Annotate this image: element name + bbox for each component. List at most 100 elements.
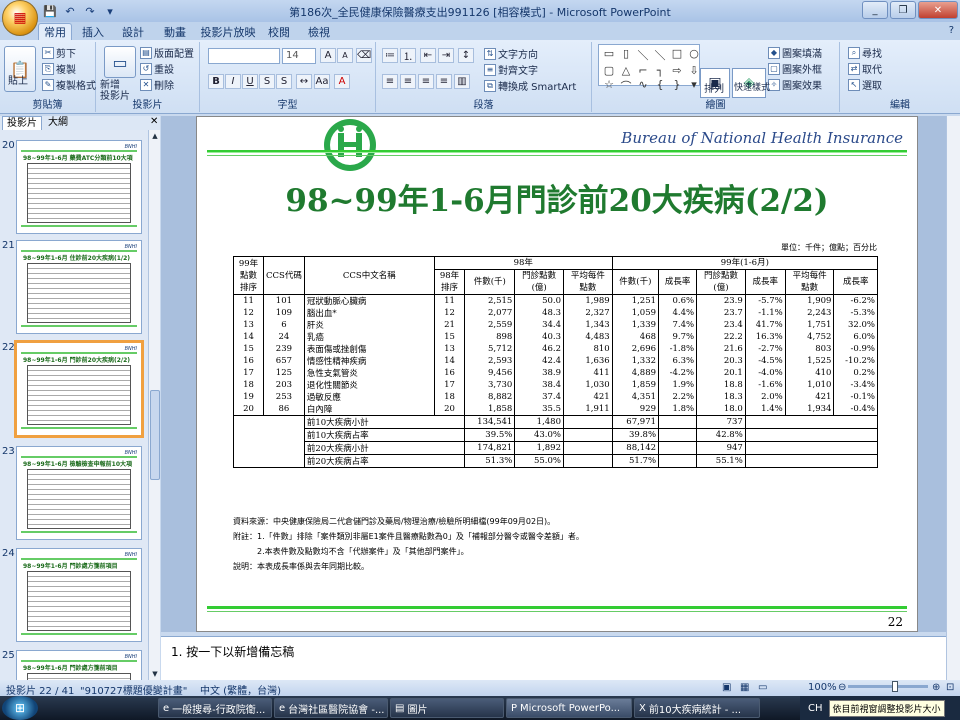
underline-icon[interactable]: U: [242, 74, 258, 89]
slide-sorter-icon[interactable]: ▦: [740, 682, 749, 693]
scroll-up-icon[interactable]: ▲: [149, 130, 161, 142]
scroll-down-icon[interactable]: ▼: [149, 668, 161, 680]
task-ie-search[interactable]: e 一般搜尋-行政院衛...: [158, 698, 272, 718]
justify-icon[interactable]: ≡: [436, 74, 452, 89]
shrink-font-icon[interactable]: A: [337, 48, 353, 63]
char-spacing-icon[interactable]: ↔: [296, 74, 312, 89]
paste-button[interactable]: 貼上: [8, 72, 28, 87]
font-color-icon[interactable]: A: [334, 74, 350, 89]
arrange-button[interactable]: 排列: [704, 80, 724, 95]
smartart-button[interactable]: ⧉ 轉換成 SmartArt: [484, 78, 576, 93]
slide-thumbnail-20[interactable]: BNHI 98~99年1-6月 藥費ATC分類前10大項: [16, 140, 142, 234]
tab-view[interactable]: 檢視: [304, 23, 334, 40]
quick-styles-button[interactable]: 快速樣式: [734, 80, 770, 93]
task-pictures[interactable]: ▤ 圖片: [390, 698, 504, 718]
star-shape-icon[interactable]: ☆: [601, 78, 617, 94]
bold-icon[interactable]: B: [208, 74, 224, 89]
delete-slide-button[interactable]: ✕ 刪除: [140, 77, 174, 92]
zoom-in-icon[interactable]: ⊕: [932, 682, 940, 693]
rect-shape-icon[interactable]: □: [669, 47, 685, 63]
panel-close-icon[interactable]: ✕: [150, 116, 158, 127]
slide-thumbnail-21[interactable]: BNHI 98~99年1-6月 住診前20大疾病(1/2): [16, 240, 142, 334]
textbox-v-shape-icon[interactable]: ▯: [618, 47, 634, 63]
tab-review[interactable]: 校閱: [264, 23, 294, 40]
strikethrough-icon[interactable]: S: [259, 74, 275, 89]
italic-icon[interactable]: I: [225, 74, 241, 89]
arrow-shape-icon[interactable]: ⇨: [669, 64, 685, 77]
editor-scrollbar[interactable]: [946, 116, 960, 680]
brace-close-shape-icon[interactable]: }: [669, 78, 685, 94]
align-right-icon[interactable]: ≡: [418, 74, 434, 89]
elbow-shape-icon[interactable]: ┐: [652, 64, 668, 77]
normal-view-icon[interactable]: ▣: [722, 682, 731, 693]
cut-button[interactable]: ✂ 剪下: [42, 45, 76, 60]
tab-insert[interactable]: 插入: [78, 23, 108, 40]
slide-thumbnail-23[interactable]: BNHI 98~99年1-6月 檢驗檢查申報前10大項: [16, 446, 142, 540]
oval-shape-icon[interactable]: ○: [686, 47, 702, 63]
text-direction-button[interactable]: ⇅ 文字方向: [484, 46, 538, 61]
slideshow-view-icon[interactable]: ▭: [758, 682, 767, 693]
copy-button[interactable]: ⎘ 複製: [42, 61, 76, 76]
bullets-icon[interactable]: ≔: [382, 48, 398, 63]
triangle-shape-icon[interactable]: △: [618, 64, 634, 77]
zoom-out-icon[interactable]: ⊖: [838, 682, 846, 693]
down-arrow-shape-icon[interactable]: ⇩: [686, 64, 702, 77]
decrease-indent-icon[interactable]: ⇤: [420, 48, 436, 63]
find-button[interactable]: ⌕ 尋找: [848, 45, 882, 60]
tab-animation[interactable]: 動畫: [160, 23, 190, 40]
close-button[interactable]: ✕: [918, 1, 958, 19]
shadow-icon[interactable]: S: [276, 74, 292, 89]
font-name-box[interactable]: [208, 48, 280, 64]
help-icon[interactable]: ?: [949, 25, 954, 36]
task-ie-association[interactable]: e 台灣社區醫院協會 -...: [274, 698, 388, 718]
connector-shape-icon[interactable]: ⌐: [635, 64, 651, 77]
tab-slideshow[interactable]: 投影片放映: [200, 23, 256, 40]
tab-home[interactable]: 常用: [38, 23, 72, 40]
task-powerpoint[interactable]: P Microsoft PowerPo...: [506, 698, 632, 718]
slide-thumbnail-24[interactable]: BNHI 98~99年1-6月 門診處方箋前項目: [16, 548, 142, 642]
increase-indent-icon[interactable]: ⇥: [438, 48, 454, 63]
input-language[interactable]: CH: [808, 703, 823, 714]
rounded-rect-shape-icon[interactable]: ▢: [601, 64, 617, 77]
slide-thumbnail-25[interactable]: BNHI 98~99年1-6月 門診處方箋前項目: [16, 650, 142, 680]
shape-effects-button[interactable]: ✧ 圖案效果: [768, 77, 822, 92]
font-size-box[interactable]: 14: [282, 48, 316, 64]
numbering-icon[interactable]: ⒈: [400, 48, 416, 63]
align-text-button[interactable]: ≡ 對齊文字: [484, 62, 538, 77]
freeform-shape-icon[interactable]: ∿: [635, 78, 651, 94]
textbox-shape-icon[interactable]: ▭: [601, 47, 617, 63]
fit-slide-icon[interactable]: ⊡: [946, 682, 954, 693]
thumbnail-scrollbar[interactable]: ▲ ▼: [148, 130, 160, 680]
task-excel[interactable]: X 前10大疾病統計 - ...: [634, 698, 760, 718]
line-shape-icon[interactable]: ＼: [635, 47, 651, 63]
grow-font-icon[interactable]: A: [320, 48, 336, 63]
tab-outline-panel[interactable]: 大綱: [44, 116, 72, 130]
shapes-gallery[interactable]: ▭ ▯ ＼ ＼ □ ○ ▢ △ ⌐ ┐ ⇨ ⇩ ☆ ⌒ ∿{} ▾: [598, 44, 702, 93]
start-button[interactable]: ⊞: [2, 696, 38, 720]
more-shapes-icon[interactable]: ▾: [686, 78, 702, 94]
line2-shape-icon[interactable]: ＼: [652, 47, 668, 63]
office-button[interactable]: ▦: [2, 0, 38, 36]
tab-design[interactable]: 設計: [118, 23, 148, 40]
replace-button[interactable]: ⇄ 取代: [848, 61, 882, 76]
curve-shape-icon[interactable]: ⌒: [618, 78, 634, 94]
columns-icon[interactable]: ▥: [454, 74, 470, 89]
change-case-icon[interactable]: Aa: [314, 74, 330, 89]
zoom-slider[interactable]: [848, 681, 928, 692]
new-slide-icon[interactable]: ▭: [104, 46, 136, 78]
shape-fill-button[interactable]: ◆ 圖案填滿: [768, 45, 822, 60]
format-painter-button[interactable]: ✎ 複製格式: [42, 77, 96, 92]
scroll-thumb[interactable]: [150, 390, 160, 480]
layout-button[interactable]: ▤ 版面配置: [140, 45, 194, 60]
minimize-button[interactable]: _: [862, 1, 888, 19]
brace-shape-icon[interactable]: {: [652, 78, 668, 94]
align-left-icon[interactable]: ≡: [382, 74, 398, 89]
reset-button[interactable]: ↺ 重設: [140, 61, 174, 76]
line-spacing-icon[interactable]: ↕: [458, 48, 474, 63]
clear-format-icon[interactable]: ⌫: [356, 48, 372, 63]
restore-button[interactable]: ❐: [890, 1, 916, 19]
tab-slides-panel[interactable]: 投影片: [2, 116, 42, 130]
select-button[interactable]: ↖ 選取: [848, 77, 882, 92]
align-center-icon[interactable]: ≡: [400, 74, 416, 89]
shape-outline-button[interactable]: ▢ 圖案外框: [768, 61, 822, 76]
